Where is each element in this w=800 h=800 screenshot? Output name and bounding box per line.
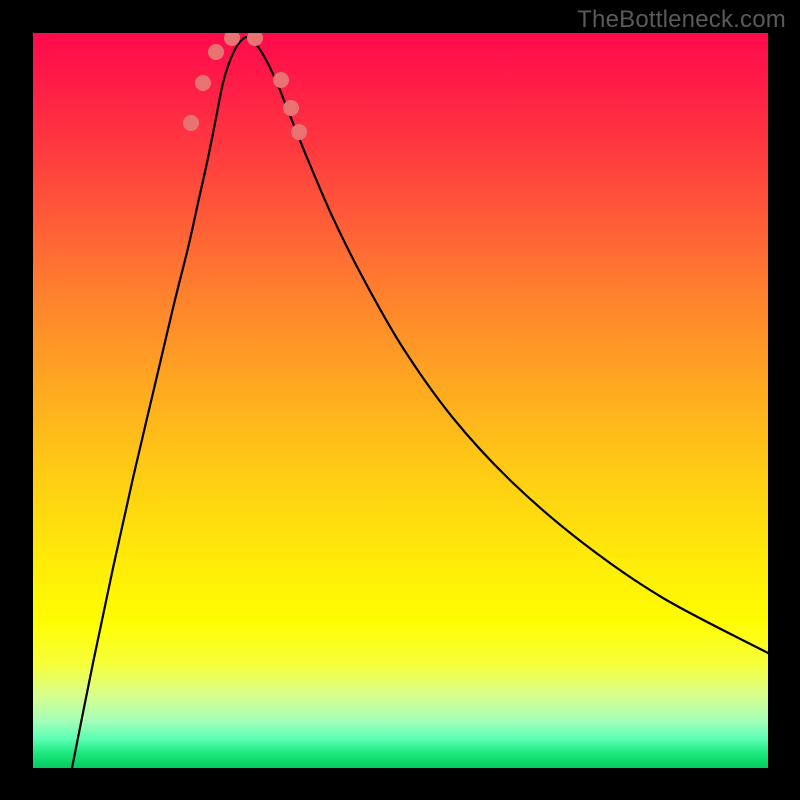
- curve-marker: [283, 100, 299, 116]
- chart-svg: [33, 33, 768, 768]
- watermark-text: TheBottleneck.com: [577, 6, 786, 34]
- curve-marker: [195, 75, 211, 91]
- curve-marker: [208, 44, 224, 60]
- curve-marker: [291, 124, 307, 140]
- bottleneck-curve: [72, 37, 768, 768]
- curve-marker: [183, 115, 199, 131]
- curve-marker: [247, 33, 263, 46]
- curve-marker: [273, 72, 289, 88]
- chart-frame: TheBottleneck.com: [0, 0, 800, 800]
- plot-area: [33, 33, 768, 768]
- marker-group: [183, 33, 307, 140]
